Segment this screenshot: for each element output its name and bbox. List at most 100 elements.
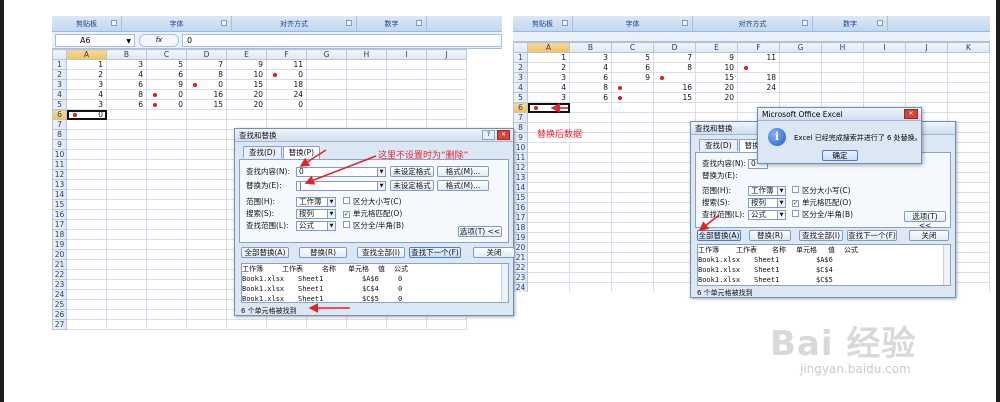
cell[interactable]: [779, 82, 822, 93]
cell[interactable]: [146, 239, 187, 250]
cell[interactable]: [947, 52, 990, 63]
cell[interactable]: [947, 72, 990, 83]
tab-replace[interactable]: 替换(P): [282, 146, 321, 159]
options-button[interactable]: 选项(T) <<: [458, 226, 502, 237]
column-header[interactable]: I: [863, 42, 906, 53]
cell[interactable]: [527, 212, 570, 223]
checkbox-icon[interactable]: [792, 210, 799, 217]
cell[interactable]: [66, 309, 107, 320]
cell[interactable]: [186, 229, 227, 240]
cell[interactable]: [905, 82, 948, 93]
cell[interactable]: [106, 289, 147, 300]
cell[interactable]: [146, 309, 187, 320]
ribbon-group-number[interactable]: 数字: [813, 16, 888, 32]
cell[interactable]: 15: [226, 79, 267, 90]
cell[interactable]: 3: [66, 99, 107, 110]
cell[interactable]: [386, 99, 427, 110]
cell[interactable]: [306, 89, 347, 100]
cell[interactable]: [527, 242, 570, 253]
row-header[interactable]: 20: [52, 249, 67, 260]
cell[interactable]: [569, 262, 612, 273]
replace-all-button[interactable]: 全部替换(A): [697, 230, 741, 241]
result-row[interactable]: Book1.xlsx Sheet1 $C$4: [698, 265, 950, 275]
cell[interactable]: [106, 179, 147, 190]
match-case-checkbox[interactable]: 区分大小写(C): [343, 196, 402, 207]
column-header[interactable]: 单元格: [348, 264, 378, 274]
cell[interactable]: [186, 109, 227, 120]
cell[interactable]: [66, 169, 107, 180]
select-all-corner[interactable]: [52, 49, 67, 60]
within-select[interactable]: 工作簿 ▼: [748, 185, 786, 196]
cell[interactable]: [611, 172, 654, 183]
cell[interactable]: [527, 192, 570, 203]
cell[interactable]: [66, 289, 107, 300]
cell[interactable]: [569, 222, 612, 233]
cell[interactable]: [186, 269, 227, 280]
column-header[interactable]: 名称: [322, 264, 348, 274]
close-icon[interactable]: ✕: [904, 109, 918, 119]
cell[interactable]: 4: [106, 69, 147, 80]
cell[interactable]: [527, 112, 570, 123]
cell[interactable]: [737, 62, 780, 73]
cell[interactable]: [146, 109, 187, 120]
cell[interactable]: [146, 199, 187, 210]
cell[interactable]: [863, 92, 906, 103]
replace-all-button[interactable]: 全部替换(A): [241, 247, 289, 258]
cell[interactable]: [863, 82, 906, 93]
cell[interactable]: [569, 152, 612, 163]
column-header[interactable]: B: [569, 42, 612, 53]
cell[interactable]: [106, 159, 147, 170]
row-header[interactable]: 17: [52, 219, 67, 230]
select-all-corner[interactable]: [513, 42, 528, 53]
cell[interactable]: [106, 139, 147, 150]
cell[interactable]: 4: [569, 62, 612, 73]
cell[interactable]: [386, 319, 427, 330]
row-header[interactable]: 14: [52, 189, 67, 200]
cell[interactable]: [426, 99, 467, 110]
cell[interactable]: [947, 102, 990, 113]
row-header[interactable]: 9: [52, 139, 67, 150]
cell[interactable]: [569, 142, 612, 153]
column-header[interactable]: G: [779, 42, 822, 53]
cell[interactable]: 15: [186, 99, 227, 110]
cell[interactable]: [106, 309, 147, 320]
cell[interactable]: [611, 82, 654, 93]
cell[interactable]: [266, 109, 307, 120]
cell[interactable]: [106, 259, 147, 270]
cell[interactable]: [146, 269, 187, 280]
cell[interactable]: [947, 82, 990, 93]
cell[interactable]: [527, 152, 570, 163]
cell[interactable]: [66, 239, 107, 250]
ribbon-group-clipboard[interactable]: 剪贴板: [52, 16, 122, 32]
cell[interactable]: [66, 259, 107, 270]
dialog-launcher-icon[interactable]: [221, 19, 227, 26]
cell[interactable]: [426, 79, 467, 90]
cell[interactable]: [66, 179, 107, 190]
column-header[interactable]: A: [527, 42, 570, 53]
column-header[interactable]: J: [426, 49, 467, 60]
cell[interactable]: [66, 129, 107, 140]
cell[interactable]: [146, 229, 187, 240]
column-header[interactable]: I: [386, 49, 427, 60]
chevron-down-icon[interactable]: ▼: [777, 210, 785, 219]
cell[interactable]: [386, 109, 427, 120]
dialog-launcher-icon[interactable]: [111, 19, 117, 26]
cell[interactable]: [186, 319, 227, 330]
row-header[interactable]: 13: [513, 172, 528, 183]
dialog-launcher-icon[interactable]: [346, 19, 352, 26]
cell[interactable]: [821, 82, 864, 93]
cell[interactable]: 2: [527, 62, 570, 73]
cell[interactable]: [611, 152, 654, 163]
row-header[interactable]: 8: [52, 129, 67, 140]
column-header[interactable]: J: [905, 42, 948, 53]
match-case-checkbox[interactable]: 区分大小写(C): [792, 185, 851, 196]
result-row[interactable]: Book1.xlsx Sheet1 $C$5: [698, 275, 950, 285]
cell[interactable]: [106, 109, 147, 120]
cell[interactable]: [737, 92, 780, 103]
cell[interactable]: [527, 232, 570, 243]
cell[interactable]: [611, 122, 654, 133]
row-header[interactable]: 9: [513, 132, 528, 143]
cell[interactable]: 0: [66, 109, 107, 120]
cell[interactable]: 10: [226, 69, 267, 80]
cell[interactable]: 6: [569, 92, 612, 103]
